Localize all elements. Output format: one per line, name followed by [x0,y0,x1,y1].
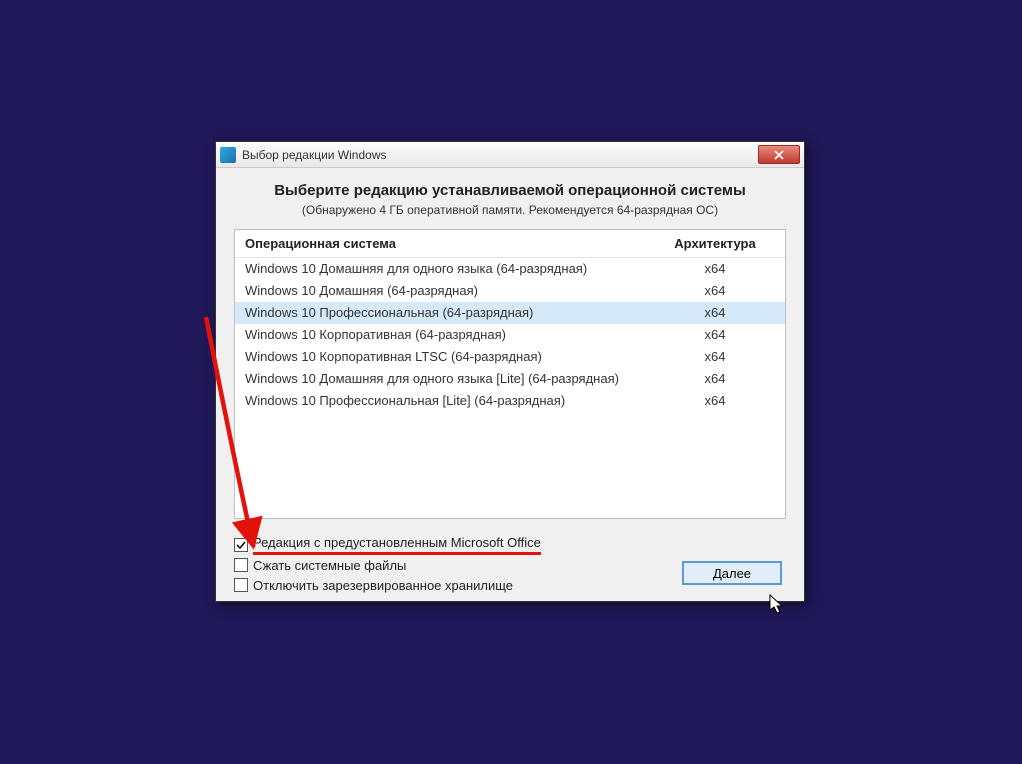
windows-setup-icon [220,147,236,163]
table-row[interactable]: Windows 10 Домашняя для одного языка [Li… [235,368,785,390]
checkbox-office[interactable] [234,538,248,552]
cell-arch: x64 [645,302,785,324]
cell-os: Windows 10 Корпоративная LTSC (64-разряд… [235,346,645,368]
subheading: (Обнаружено 4 ГБ оперативной памяти. Рек… [234,203,786,217]
titlebar[interactable]: Выбор редакции Windows [216,142,804,168]
table-body: Windows 10 Домашняя для одного языка (64… [235,258,785,412]
checkbox-compress-label: Сжать системные файлы [253,558,406,573]
header-os[interactable]: Операционная система [235,230,645,257]
table-row[interactable]: Windows 10 Домашняя (64-разрядная)x64 [235,280,785,302]
dialog-window: Выбор редакции Windows Выберите редакцию… [215,141,805,602]
next-button[interactable]: Далее [682,561,782,585]
table-row[interactable]: Windows 10 Корпоративная (64-разрядная)x… [235,324,785,346]
cell-os: Windows 10 Домашняя для одного языка [Li… [235,368,645,390]
close-icon [774,150,784,160]
next-button-label: Далее [713,566,751,581]
dialog-content: Выберите редакцию устанавливаемой операц… [216,168,804,601]
editions-table: Операционная система Архитектура Windows… [234,229,786,519]
close-button[interactable] [758,145,800,164]
cell-os: Windows 10 Профессиональная (64-разрядна… [235,302,645,324]
cell-os: Windows 10 Корпоративная (64-разрядная) [235,324,645,346]
checkbox-office-row: Редакция с предустановленным Microsoft O… [234,535,786,555]
table-row[interactable]: Windows 10 Корпоративная LTSC (64-разряд… [235,346,785,368]
heading: Выберите редакцию устанавливаемой операц… [234,182,786,199]
table-row[interactable]: Windows 10 Профессиональная [Lite] (64-р… [235,390,785,412]
cell-arch: x64 [645,258,785,280]
cell-os: Windows 10 Домашняя для одного языка (64… [235,258,645,280]
checkbox-reserved-label: Отключить зарезервированное хранилище [253,578,513,593]
cell-arch: x64 [645,390,785,412]
table-row[interactable]: Windows 10 Профессиональная (64-разрядна… [235,302,785,324]
cell-arch: x64 [645,324,785,346]
cell-arch: x64 [645,368,785,390]
header-arch[interactable]: Архитектура [645,230,785,257]
window-title: Выбор редакции Windows [242,148,758,162]
cell-os: Windows 10 Домашняя (64-разрядная) [235,280,645,302]
checkbox-disable-reserved[interactable] [234,578,248,592]
cell-arch: x64 [645,280,785,302]
checkbox-compress[interactable] [234,558,248,572]
table-row[interactable]: Windows 10 Домашняя для одного языка (64… [235,258,785,280]
checkbox-office-label: Редакция с предустановленным Microsoft O… [253,535,541,555]
table-header: Операционная система Архитектура [235,230,785,258]
cell-os: Windows 10 Профессиональная [Lite] (64-р… [235,390,645,412]
cell-arch: x64 [645,346,785,368]
